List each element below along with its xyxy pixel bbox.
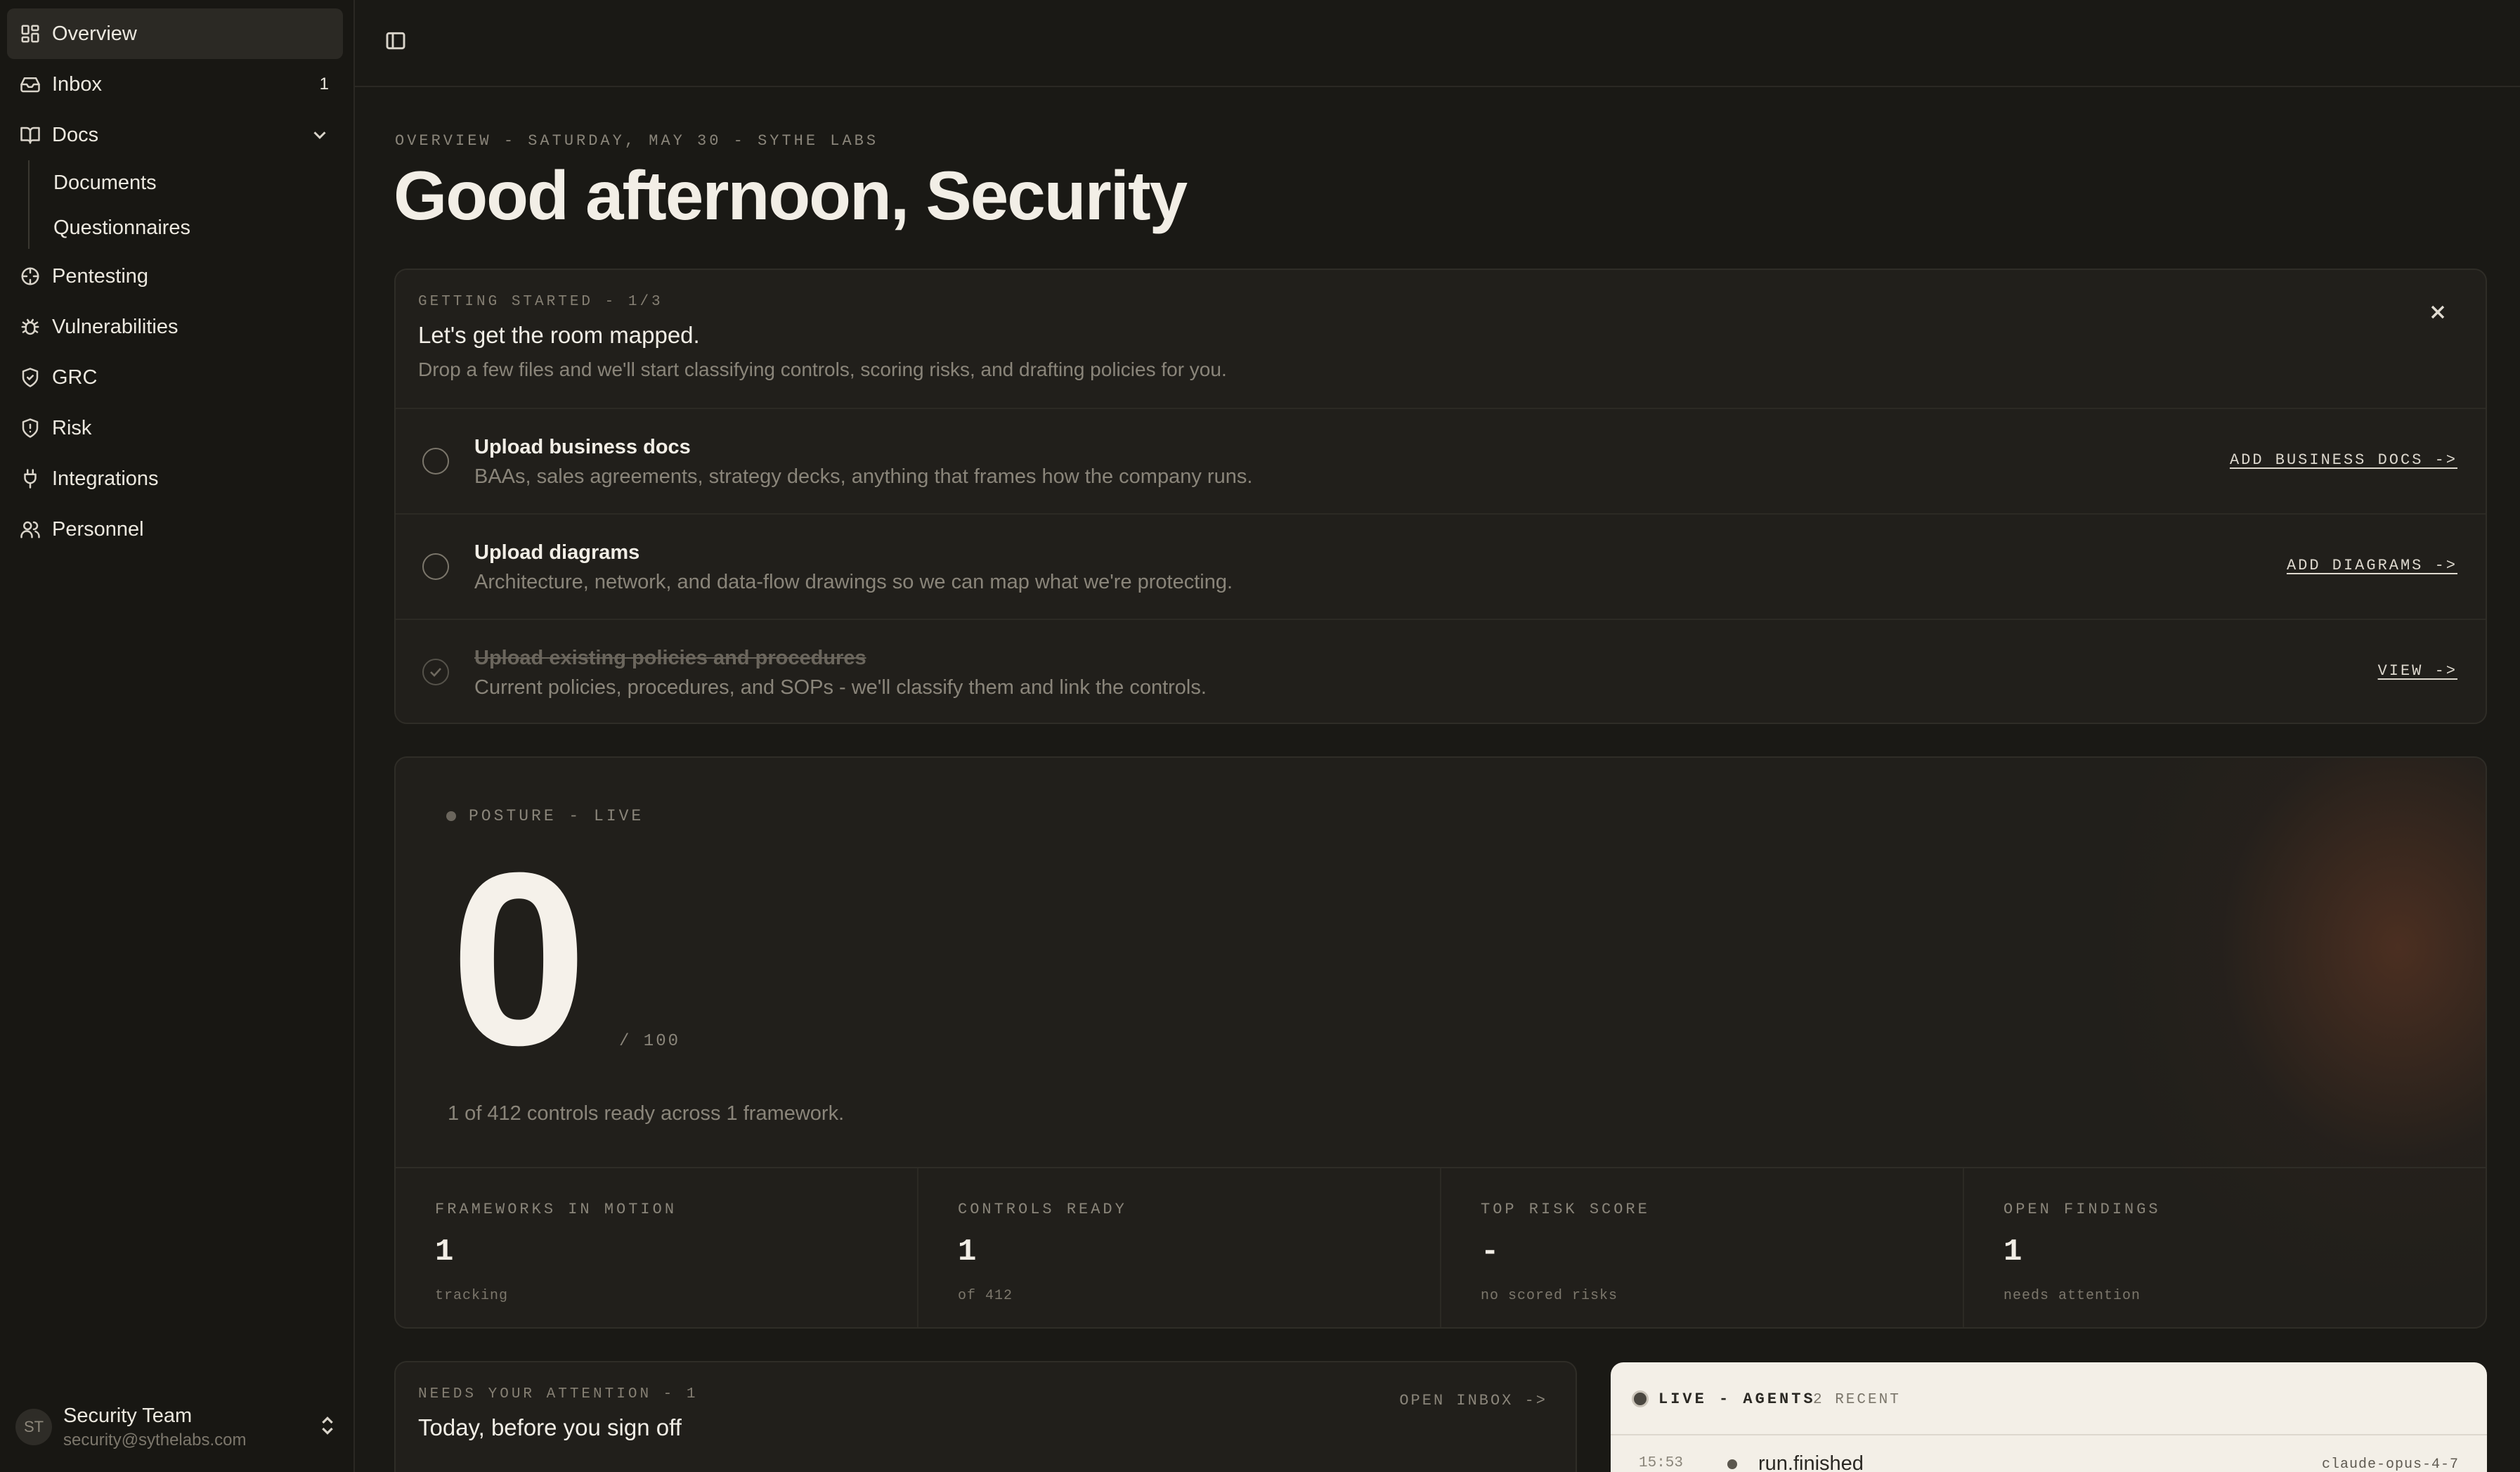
step-description: Current policies, procedures, and SOPs -… — [474, 676, 1207, 699]
dashboard-icon — [18, 22, 42, 46]
sidebar-item-personnel[interactable]: Personnel — [7, 504, 343, 555]
top-bar — [355, 0, 2520, 87]
bug-icon — [18, 315, 42, 339]
book-icon — [18, 123, 42, 147]
sidebar-item-label: GRC — [52, 366, 98, 389]
sidebar-item-label: Personnel — [52, 517, 144, 541]
sidebar-item-label: Vulnerabilities — [52, 315, 178, 338]
live-agents-count: 2 RECENT — [1813, 1392, 1901, 1408]
stat-value: 1 — [2003, 1234, 2022, 1270]
stat-sub: tracking — [435, 1288, 509, 1304]
check-icon — [430, 668, 441, 677]
step-checkbox[interactable] — [422, 448, 449, 474]
posture-score-max: / 100 — [619, 1032, 681, 1051]
stat-label: OPEN FINDINGS — [2003, 1201, 2161, 1218]
sidebar-item-label: Risk — [52, 416, 92, 439]
getting-started-description: Drop a few files and we'll start classif… — [418, 359, 1227, 380]
step-upload-diagrams: Upload diagrams Architecture, network, a… — [396, 513, 2486, 619]
stat-frameworks: FRAMEWORKS IN MOTION 1 tracking — [396, 1168, 918, 1327]
stat-top-risk: TOP RISK SCORE - no scored risks — [1441, 1168, 1964, 1327]
page-eyebrow: OVERVIEW - SATURDAY, MAY 30 - SYTHE LABS — [395, 132, 879, 150]
event-dot — [1727, 1459, 1737, 1469]
step-checkbox[interactable] — [422, 553, 449, 580]
attention-card: NEEDS YOUR ATTENTION - 1 Today, before y… — [394, 1361, 1577, 1472]
stat-value: 1 — [958, 1234, 977, 1270]
avatar: ST — [15, 1409, 52, 1445]
stat-controls: CONTROLS READY 1 of 412 — [918, 1168, 1441, 1327]
step-upload-policies: Upload existing policies and procedures … — [396, 619, 2486, 723]
sidebar-item-questionnaires[interactable]: Questionnaires — [53, 217, 190, 240]
sidebar-item-docs[interactable]: Docs — [7, 110, 343, 160]
user-menu[interactable]: ST Security Team security@sythelabs.com — [15, 1399, 339, 1455]
view-policies-link[interactable]: VIEW -> — [2378, 662, 2457, 680]
sidebar-item-label: Docs — [52, 123, 99, 146]
stat-value: - — [1481, 1234, 1500, 1270]
step-title: Upload diagrams — [474, 541, 640, 564]
posture-summary: 1 of 412 controls ready across 1 framewo… — [448, 1102, 845, 1125]
live-indicator — [1632, 1390, 1649, 1407]
sidebar-item-pentesting[interactable]: Pentesting — [7, 251, 343, 302]
sidebar-item-grc[interactable]: GRC — [7, 352, 343, 403]
chevron-down-icon[interactable] — [309, 124, 330, 146]
event-time: 15:53 — [1639, 1455, 1684, 1471]
live-agents-card: LIVE - AGENTS 2 RECENT 15:53 run.finishe… — [1611, 1362, 2487, 1472]
live-agents-label: LIVE - AGENTS — [1658, 1390, 1816, 1408]
posture-score: 0 — [450, 822, 587, 1097]
getting-started-title: Let's get the room mapped. — [418, 322, 700, 348]
posture-card: POSTURE - LIVE 0 / 100 1 of 412 controls… — [394, 756, 2487, 1329]
plug-icon — [18, 467, 42, 491]
list-item[interactable]: 15:53 run.finished claude-opus-4-7 — [1611, 1435, 2487, 1472]
getting-started-eyebrow: GETTING STARTED - 1/3 — [418, 294, 663, 310]
stat-label: TOP RISK SCORE — [1481, 1201, 1650, 1218]
inbox-count-badge: 1 — [319, 75, 329, 93]
status-dot — [446, 811, 456, 821]
inbox-icon — [18, 72, 42, 96]
add-business-docs-link[interactable]: ADD BUSINESS DOCS -> — [2230, 451, 2457, 469]
stat-open-findings: OPEN FINDINGS 1 needs attention — [1964, 1168, 2486, 1327]
step-title: Upload business docs — [474, 436, 691, 458]
user-email: security@sythelabs.com — [63, 1430, 247, 1450]
stat-label: CONTROLS READY — [958, 1201, 1127, 1218]
sidebar-item-risk[interactable]: Risk — [7, 403, 343, 453]
attention-title: Today, before you sign off — [418, 1414, 682, 1440]
step-description: BAAs, sales agreements, strategy decks, … — [474, 465, 1253, 488]
crosshair-icon — [18, 264, 42, 288]
sidebar-item-label: Integrations — [52, 467, 159, 490]
open-inbox-link[interactable]: OPEN INBOX -> — [1399, 1392, 1547, 1409]
shield-alert-icon — [18, 416, 42, 440]
close-icon[interactable] — [2427, 301, 2449, 323]
users-icon — [18, 517, 42, 541]
stat-value: 1 — [435, 1234, 454, 1270]
add-diagrams-link[interactable]: ADD DIAGRAMS -> — [2287, 557, 2457, 574]
sidebar: Overview Inbox 1 Docs Documents Question… — [0, 0, 355, 1472]
chevron-up-down-icon[interactable] — [316, 1414, 339, 1440]
stat-label: FRAMEWORKS IN MOTION — [435, 1201, 677, 1218]
posture-stats: FRAMEWORKS IN MOTION 1 tracking CONTROLS… — [396, 1167, 2486, 1327]
event-name: run.finished — [1758, 1452, 1864, 1472]
stat-sub: of 412 — [958, 1288, 1013, 1304]
attention-eyebrow: NEEDS YOUR ATTENTION - 1 — [418, 1386, 699, 1402]
stat-sub: no scored risks — [1481, 1288, 1618, 1304]
sidebar-item-label: Pentesting — [52, 264, 149, 288]
sidebar-item-documents[interactable]: Documents — [53, 172, 157, 195]
shield-check-icon — [18, 366, 42, 389]
sidebar-item-label: Overview — [52, 22, 137, 45]
sidebar-item-overview[interactable]: Overview — [7, 8, 343, 59]
sidebar-toggle-icon[interactable] — [384, 30, 410, 55]
sidebar-item-vulnerabilities[interactable]: Vulnerabilities — [7, 302, 343, 352]
docs-tree-line — [28, 160, 30, 249]
step-upload-business-docs: Upload business docs BAAs, sales agreeme… — [396, 408, 2486, 513]
user-name: Security Team — [63, 1404, 193, 1427]
event-model: claude-opus-4-7 — [2321, 1457, 2459, 1472]
live-agents-header: LIVE - AGENTS 2 RECENT — [1611, 1362, 2487, 1435]
sidebar-item-integrations[interactable]: Integrations — [7, 453, 343, 504]
sidebar-item-inbox[interactable]: Inbox 1 — [7, 59, 343, 110]
stat-sub: needs attention — [2003, 1288, 2141, 1304]
step-checkbox-checked[interactable] — [422, 659, 449, 685]
getting-started-card: GETTING STARTED - 1/3 Let's get the room… — [394, 269, 2487, 724]
step-title: Upload existing policies and procedures — [474, 647, 866, 669]
page-title: Good afternoon, Security — [394, 157, 1188, 234]
step-description: Architecture, network, and data-flow dra… — [474, 571, 1233, 593]
sidebar-item-label: Inbox — [52, 72, 102, 96]
